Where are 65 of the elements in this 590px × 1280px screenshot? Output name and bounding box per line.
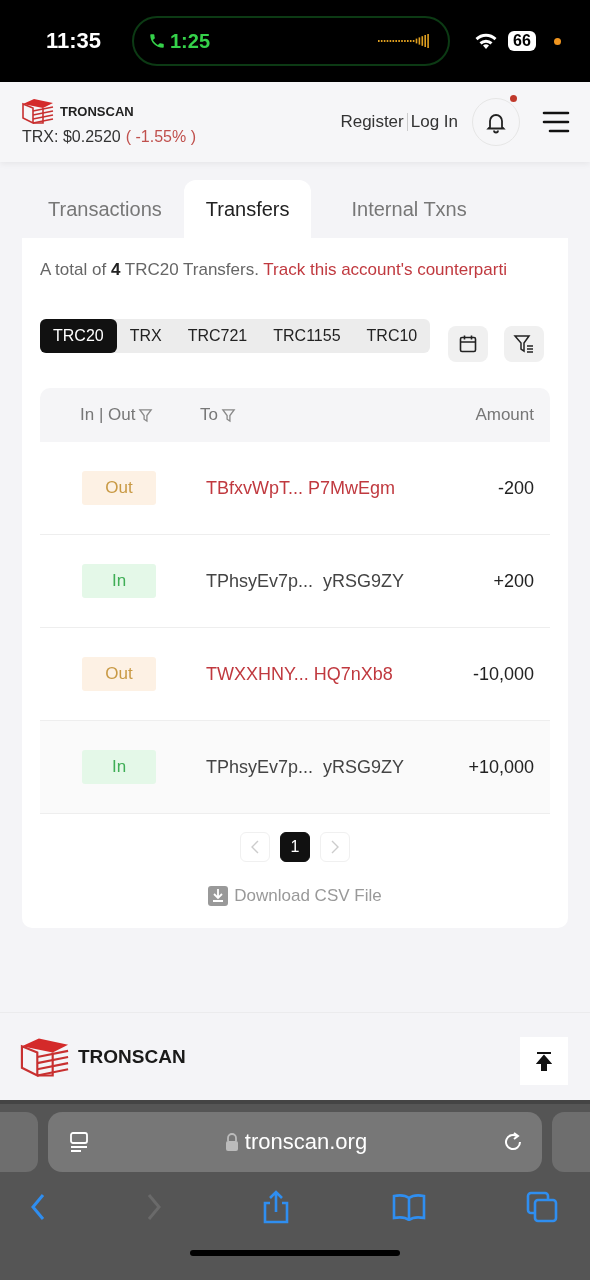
footer-logo[interactable]: TRONSCAN [78, 1045, 512, 1068]
reload-icon[interactable] [502, 1131, 524, 1153]
address-link[interactable]: TPhsyEv7p... yRSG9ZY [200, 756, 434, 778]
arrow-up-icon [536, 1050, 552, 1071]
share-icon[interactable] [261, 1190, 291, 1224]
back-icon[interactable] [30, 1193, 46, 1221]
summary-text: A total of 4 TRC20 Transfers. Track this account's counterparti [40, 260, 508, 280]
status-time: 11:35 [46, 28, 103, 54]
address-bar[interactable]: tronscan.org [48, 1112, 542, 1172]
battery-level: 66 [508, 31, 536, 51]
address-link[interactable]: TBfxvWpT... P7MwEgm [200, 477, 434, 499]
previous-tab-edge[interactable] [0, 1112, 38, 1172]
token-tab[interactable]: TRX [116, 319, 175, 353]
tabs-icon[interactable] [526, 1191, 558, 1223]
section-tab[interactable]: Internal Txns [329, 180, 489, 238]
calendar-icon [458, 334, 479, 354]
section-tab[interactable]: Transactions [26, 180, 184, 238]
direction-tag: Out [82, 657, 156, 691]
token-tab[interactable]: TRC10 [353, 319, 431, 353]
filter-button[interactable] [504, 326, 545, 362]
amount-cell-text: -200 [496, 477, 534, 499]
column-header[interactable]: In | Out [40, 405, 200, 425]
token-tab[interactable]: TRC20 [40, 319, 117, 353]
lock-icon [224, 1133, 239, 1151]
filter-icon [138, 407, 154, 423]
track-link[interactable]: Track this account's counterparti [263, 260, 507, 279]
menu-icon[interactable] [542, 111, 570, 133]
section-tab[interactable]: Transfers [183, 180, 312, 238]
login-link[interactable]: Log In [410, 112, 458, 132]
price-change: ( -1.55% ) [125, 128, 196, 146]
filter-icon [513, 334, 536, 354]
trx-price: TRX: $0.2520 [22, 128, 121, 146]
direction-tag: In [82, 750, 156, 784]
notification-button[interactable] [472, 98, 520, 146]
site-logo[interactable]: TRONSCAN [60, 103, 134, 119]
token-tab[interactable]: TRC721 [174, 319, 261, 353]
audio-wave-icon [378, 34, 430, 48]
call-timer: 1:25 [170, 29, 212, 53]
page-button[interactable]: 1 [280, 832, 310, 862]
direction-tag: Out [82, 471, 156, 505]
chevron-right-icon [330, 840, 340, 854]
phone-icon [148, 32, 166, 50]
page-menu-icon [68, 1131, 90, 1153]
privacy-dot-icon [553, 37, 561, 45]
direction-tag: In [82, 564, 156, 598]
address-link[interactable]: TWXXHNY... HQ7nXb8 [200, 663, 434, 685]
token-tab[interactable]: TRC1155 [260, 319, 354, 353]
cube-logo-icon [22, 98, 54, 124]
cube-logo-icon [20, 1036, 70, 1077]
register-link[interactable]: Register [340, 112, 404, 132]
filter-icon [220, 407, 236, 423]
address-link[interactable]: TPhsyEv7p... yRSG9ZY [200, 570, 434, 592]
next-tab-edge[interactable] [552, 1112, 590, 1172]
calendar-button[interactable] [448, 326, 489, 362]
amount-cell-text: +10,000 [467, 756, 534, 778]
column-header[interactable]: To [200, 405, 434, 425]
back-to-top-button[interactable] [520, 1036, 568, 1085]
wifi-icon [474, 32, 498, 50]
chevron-left-icon [250, 840, 260, 854]
amount-cell-text: +200 [492, 570, 534, 592]
column-header: Amount [474, 405, 534, 425]
url-text: tronscan.org [244, 1129, 368, 1155]
download-icon [208, 886, 229, 906]
amount-cell-text: -10,000 [471, 663, 534, 685]
book-icon[interactable] [390, 1193, 427, 1221]
